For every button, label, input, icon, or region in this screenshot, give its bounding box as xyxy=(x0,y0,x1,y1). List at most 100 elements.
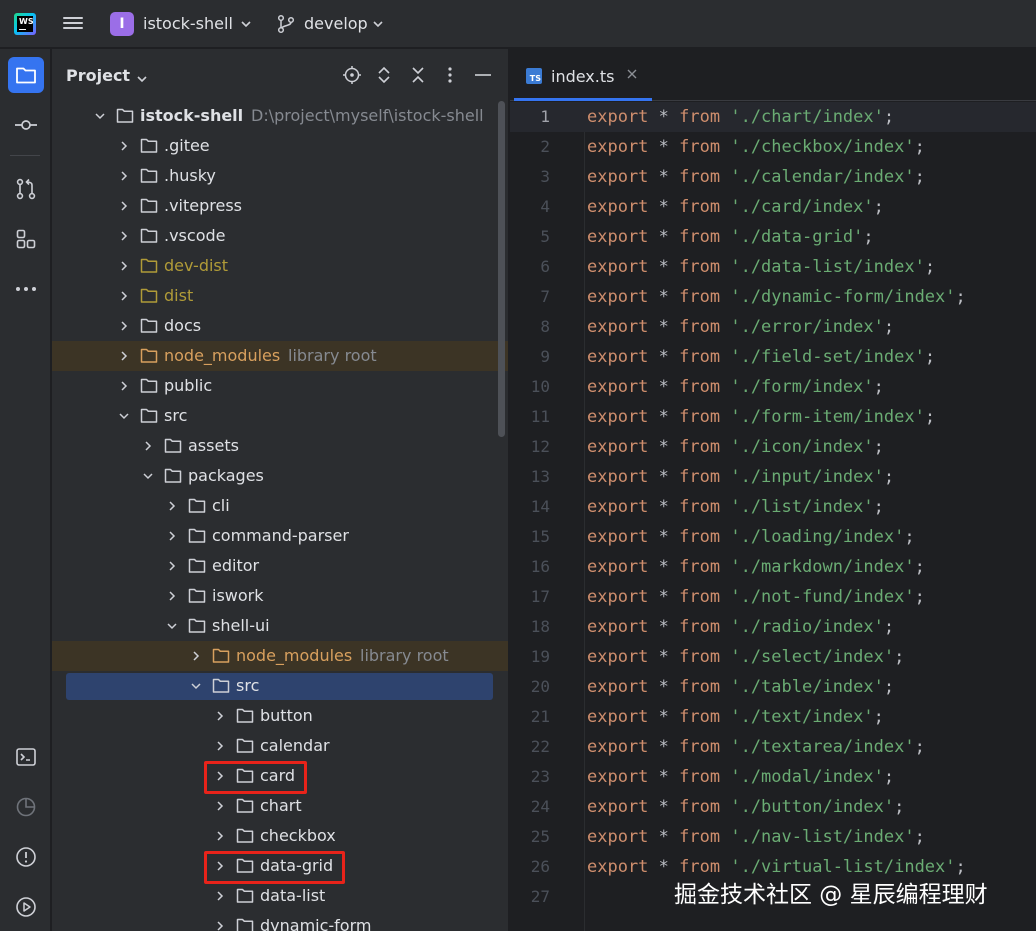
tree-item[interactable]: assets xyxy=(52,431,508,461)
chevron-right-icon[interactable] xyxy=(118,170,130,182)
tree-item[interactable]: src xyxy=(52,401,508,431)
code-line[interactable]: 10 export * from './form/index'; xyxy=(510,372,1036,402)
chevron-right-icon[interactable] xyxy=(166,500,178,512)
tree-item[interactable]: shell-ui xyxy=(52,611,508,641)
chevron-down-icon[interactable] xyxy=(94,110,106,122)
chevron-right-icon[interactable] xyxy=(118,260,130,272)
chevron-right-icon[interactable] xyxy=(166,530,178,542)
code-line[interactable]: 6 export * from './data-list/index'; xyxy=(510,252,1036,282)
tree-item[interactable]: public xyxy=(52,371,508,401)
branch-switcher-label[interactable]: develop xyxy=(304,14,368,33)
code-line[interactable]: 9 export * from './field-set/index'; xyxy=(510,342,1036,372)
more-tools-button[interactable] xyxy=(8,271,44,307)
tree-item[interactable]: calendar xyxy=(52,731,508,761)
profiler-tool-button[interactable] xyxy=(8,789,44,825)
tree-item[interactable]: dynamic-form xyxy=(52,911,508,931)
collapse-all-icon[interactable] xyxy=(408,65,428,85)
options-icon[interactable] xyxy=(440,65,460,85)
tree-item[interactable]: chart xyxy=(52,791,508,821)
chevron-right-icon[interactable] xyxy=(118,350,130,362)
chevron-down-icon[interactable] xyxy=(166,620,178,632)
webstorm-logo-icon[interactable]: WS xyxy=(14,13,36,35)
tree-item[interactable]: .gitee xyxy=(52,131,508,161)
chevron-right-icon[interactable] xyxy=(190,650,202,662)
services-tool-button[interactable] xyxy=(8,889,44,925)
tree-item[interactable]: iswork xyxy=(52,581,508,611)
tree-item[interactable]: .vscode xyxy=(52,221,508,251)
chevron-right-icon[interactable] xyxy=(142,440,154,452)
tree-item[interactable]: button xyxy=(52,701,508,731)
project-switcher-label[interactable]: istock-shell xyxy=(143,14,233,33)
tree-item[interactable]: card xyxy=(52,761,508,794)
chevron-right-icon[interactable] xyxy=(118,140,130,152)
chevron-down-icon[interactable] xyxy=(190,680,202,692)
tree-item[interactable]: checkbox xyxy=(52,821,508,851)
code-line[interactable]: 2 export * from './checkbox/index'; xyxy=(510,132,1036,162)
project-panel-title[interactable]: Project xyxy=(66,66,130,85)
tree-item[interactable]: dev-dist xyxy=(52,251,508,281)
tree-item[interactable]: data-list xyxy=(52,881,508,911)
code-line[interactable]: 12 export * from './icon/index'; xyxy=(510,432,1036,462)
code-line[interactable]: 11 export * from './form-item/index'; xyxy=(510,402,1036,432)
code-line[interactable]: 14 export * from './list/index'; xyxy=(510,492,1036,522)
project-tree-scrollbar[interactable] xyxy=(498,101,505,437)
tree-item[interactable]: dist xyxy=(52,281,508,311)
code-line[interactable]: 18 export * from './radio/index'; xyxy=(510,612,1036,642)
code-line[interactable]: 1 export * from './chart/index'; xyxy=(510,102,1036,132)
code-line[interactable]: 5 export * from './data-grid'; xyxy=(510,222,1036,252)
commit-tool-button[interactable] xyxy=(8,107,44,143)
tree-item[interactable]: packages xyxy=(52,461,508,491)
git-branch-icon[interactable] xyxy=(276,14,296,34)
code-line[interactable]: 19 export * from './select/index'; xyxy=(510,642,1036,672)
tree-item[interactable]: node_modules library root xyxy=(52,341,508,371)
code-line[interactable]: 24 export * from './button/index'; xyxy=(510,792,1036,822)
close-icon[interactable] xyxy=(626,68,638,80)
branch-chevron-down-icon[interactable] xyxy=(372,18,384,30)
tree-item[interactable]: node_modules library root xyxy=(52,641,508,671)
chevron-right-icon[interactable] xyxy=(118,200,130,212)
pull-requests-tool-button[interactable] xyxy=(8,171,44,207)
tab-index-ts[interactable]: TS index.ts xyxy=(510,49,652,101)
code-line[interactable]: 21 export * from './text/index'; xyxy=(510,702,1036,732)
project-tool-button[interactable] xyxy=(8,57,44,93)
tree-item[interactable]: editor xyxy=(52,551,508,581)
main-menu-icon[interactable] xyxy=(62,14,84,34)
code-line[interactable]: 3 export * from './calendar/index'; xyxy=(510,162,1036,192)
code-line[interactable]: 13 export * from './input/index'; xyxy=(510,462,1036,492)
code-line[interactable]: 25 export * from './nav-list/index'; xyxy=(510,822,1036,852)
tree-item[interactable]: cli xyxy=(52,491,508,521)
code-line[interactable]: 17 export * from './not-fund/index'; xyxy=(510,582,1036,612)
tree-item[interactable]: istock-shell D:\project\myself\istock-she… xyxy=(52,101,508,131)
code-line[interactable]: 15 export * from './loading/index'; xyxy=(510,522,1036,552)
code-line[interactable]: 20 export * from './table/index'; xyxy=(510,672,1036,702)
tree-item[interactable]: data-grid xyxy=(52,851,508,884)
chevron-right-icon[interactable] xyxy=(214,830,226,842)
expand-all-icon[interactable] xyxy=(374,65,394,85)
chevron-right-icon[interactable] xyxy=(118,290,130,302)
project-chevron-down-icon[interactable] xyxy=(240,18,252,30)
code-line[interactable]: 23 export * from './modal/index'; xyxy=(510,762,1036,792)
chevron-right-icon[interactable] xyxy=(118,320,130,332)
chevron-right-icon[interactable] xyxy=(166,590,178,602)
chevron-right-icon[interactable] xyxy=(166,560,178,572)
tree-item[interactable]: docs xyxy=(52,311,508,341)
chevron-right-icon[interactable] xyxy=(214,800,226,812)
code-line[interactable]: 22 export * from './textarea/index'; xyxy=(510,732,1036,762)
chevron-right-icon[interactable] xyxy=(214,890,226,902)
chevron-right-icon[interactable] xyxy=(118,230,130,242)
chevron-right-icon[interactable] xyxy=(214,710,226,722)
chevron-down-icon[interactable] xyxy=(142,470,154,482)
chevron-down-icon[interactable] xyxy=(118,410,130,422)
project-badge[interactable]: I xyxy=(110,12,134,36)
code-line[interactable]: 8 export * from './error/index'; xyxy=(510,312,1036,342)
code-line[interactable]: 7 export * from './dynamic-form/index'; xyxy=(510,282,1036,312)
code-line[interactable]: 4 export * from './card/index'; xyxy=(510,192,1036,222)
tree-item[interactable]: src xyxy=(52,671,508,701)
terminal-tool-button[interactable] xyxy=(8,739,44,775)
chevron-right-icon[interactable] xyxy=(118,380,130,392)
problems-tool-button[interactable] xyxy=(8,839,44,875)
chevron-right-icon[interactable] xyxy=(214,740,226,752)
structure-tool-button[interactable] xyxy=(8,221,44,257)
tree-item[interactable]: .husky xyxy=(52,161,508,191)
locate-file-icon[interactable] xyxy=(342,65,362,85)
